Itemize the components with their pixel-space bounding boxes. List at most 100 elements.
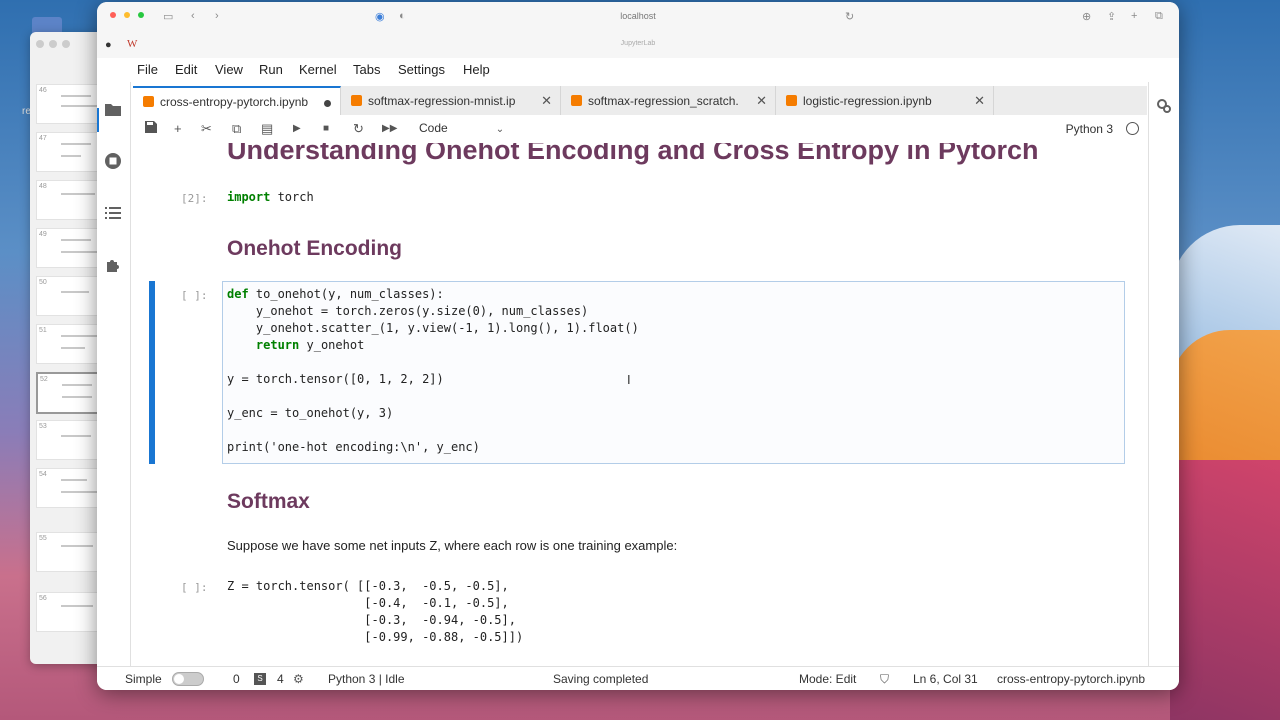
- terminal-count[interactable]: 0: [233, 672, 240, 686]
- left-sidebar: [97, 82, 131, 666]
- kernel-name[interactable]: Python 3: [1066, 122, 1113, 136]
- run-icon[interactable]: ▶: [293, 123, 301, 134]
- cut-icon[interactable]: ✂: [201, 121, 212, 137]
- cell-type-dropdown[interactable]: Code ⌄: [419, 121, 504, 135]
- chevron-down-icon: ⌄: [495, 124, 505, 135]
- cell-prompt: [2]:: [181, 192, 208, 205]
- wallpaper-shape: [1170, 460, 1280, 720]
- menu-settings[interactable]: Settings: [398, 62, 445, 77]
- tab-softmax-regression-mnist[interactable]: softmax-regression-mnist.ip ✕: [341, 86, 561, 115]
- restart-icon[interactable]: ↻: [353, 121, 364, 137]
- folder-icon[interactable]: [104, 100, 122, 118]
- browser-tab-title[interactable]: JupyterLab: [97, 40, 1179, 47]
- tab-overview-icon[interactable]: ⧉: [1155, 10, 1163, 23]
- simple-mode-label: Simple: [125, 672, 162, 686]
- menu-tabs[interactable]: Tabs: [353, 62, 380, 77]
- reload-icon[interactable]: ↻: [845, 10, 854, 23]
- close-tab-icon[interactable]: ✕: [541, 93, 552, 109]
- document-tab-bar: cross-entropy-pytorch.ipynb softmax-regr…: [133, 86, 1147, 116]
- download-icon[interactable]: ⊕: [1082, 10, 1091, 23]
- tab-label: softmax-regression_scratch.: [588, 93, 739, 108]
- copy-icon[interactable]: ⧉: [232, 121, 241, 137]
- code-cell-onehot[interactable]: def to_onehot(y, num_classes): y_onehot …: [227, 286, 639, 456]
- notebook-panel[interactable]: Understanding Onehot Encoding and Cross …: [133, 143, 1147, 664]
- save-icon[interactable]: [145, 121, 157, 133]
- code-line: y_onehot.scatter_(1, y.view(-1, 1).long(…: [227, 321, 639, 335]
- cell-prompt: [ ]:: [181, 289, 208, 302]
- table-of-contents-icon[interactable]: [104, 204, 122, 222]
- text-cursor-icon: I: [627, 372, 631, 387]
- fast-forward-icon[interactable]: ▶▶: [382, 123, 397, 134]
- markdown-text: Suppose we have some net inputs Z, where…: [227, 538, 678, 553]
- status-bar: Simple 0 S 4 ⚙ Python 3 | Idle Saving co…: [97, 666, 1179, 690]
- stop-icon[interactable]: ■: [323, 123, 329, 134]
- share-icon[interactable]: ⇪: [1107, 10, 1116, 23]
- tab-softmax-regression-scratch[interactable]: softmax-regression_scratch. ✕: [561, 86, 776, 115]
- code-line: [-0.3, -0.94, -0.5],: [227, 613, 516, 627]
- tab-label: cross-entropy-pytorch.ipynb: [160, 94, 309, 109]
- notebook-icon: [143, 96, 154, 107]
- heading-softmax: Softmax: [227, 490, 310, 513]
- new-tab-icon[interactable]: +: [1131, 10, 1137, 22]
- notebook-icon: [351, 95, 362, 106]
- save-status: Saving completed: [553, 672, 649, 686]
- code-cell-z-tensor[interactable]: Z = torch.tensor( [[-0.3, -0.5, -0.5], […: [227, 578, 523, 646]
- cursor-position[interactable]: Ln 6, Col 31: [913, 672, 978, 686]
- browser-tab-strip: ● W JupyterLab: [97, 34, 1179, 59]
- code-line: y_enc = to_onehot(y, 3): [227, 406, 394, 420]
- gears-icon[interactable]: [1156, 98, 1172, 114]
- menu-help[interactable]: Help: [463, 62, 490, 77]
- menu-kernel[interactable]: Kernel: [299, 62, 337, 77]
- right-sidebar: [1148, 82, 1179, 666]
- notebook-toolbar: + ✂ ⧉ ▤ ▶ ■ ↻ ▶▶ Code ⌄ Python 3: [133, 115, 1147, 144]
- tab-logistic-regression[interactable]: logistic-regression.ipynb ✕: [776, 86, 994, 115]
- tab-cross-entropy-pytorch[interactable]: cross-entropy-pytorch.ipynb: [133, 86, 341, 115]
- heading-onehot-encoding: Onehot Encoding: [227, 237, 402, 260]
- code-line: y = torch.tensor([0, 1, 2, 2]): [227, 372, 444, 386]
- terminal-badge-icon: S: [254, 673, 266, 685]
- cell-collapser[interactable]: [149, 281, 155, 464]
- menu-view[interactable]: View: [215, 62, 243, 77]
- kernel-status-icon: [1126, 122, 1139, 135]
- running-icon[interactable]: [104, 152, 122, 170]
- code-cell-import[interactable]: import torch: [227, 189, 314, 206]
- browser-window: ▭ ‹ › ◉ ◐ localhost ↻ ⊕ ⇪ + ⧉ ● W Jupyte…: [97, 2, 1179, 690]
- notebook-icon: [571, 95, 582, 106]
- code-line: y_onehot = torch.zeros(y.size(0), num_cl…: [227, 304, 589, 318]
- bug-icon[interactable]: ⛉: [880, 672, 889, 687]
- notebook-icon: [786, 95, 797, 106]
- unsaved-dot-icon[interactable]: [324, 100, 331, 107]
- kernel-count[interactable]: 4: [277, 672, 284, 686]
- notebook-title: Understanding Onehot Encoding and Cross …: [227, 143, 1039, 165]
- chip-icon: ⚙: [293, 672, 304, 686]
- close-tab-icon[interactable]: ✕: [974, 93, 985, 109]
- menu-file[interactable]: File: [137, 62, 158, 77]
- paste-icon[interactable]: ▤: [261, 121, 273, 137]
- active-indicator: [97, 108, 99, 132]
- code-line: Z = torch.tensor( [[-0.3, -0.5, -0.5],: [227, 579, 509, 593]
- code-line: return y_onehot: [255, 338, 365, 352]
- cell-type-value: Code: [419, 121, 448, 135]
- edit-mode: Mode: Edit: [799, 672, 857, 686]
- menu-edit[interactable]: Edit: [175, 62, 197, 77]
- cell-prompt: [ ]:: [181, 581, 208, 594]
- code-line: def to_onehot(y, num_classes):: [227, 287, 444, 301]
- close-tab-icon[interactable]: ✕: [756, 93, 767, 109]
- address-bar[interactable]: localhost: [97, 11, 1179, 21]
- simple-mode-toggle[interactable]: [172, 672, 204, 686]
- code-line: print('one-hot encoding:\n', y_enc): [227, 440, 480, 454]
- menu-run[interactable]: Run: [259, 62, 283, 77]
- code-line: [-0.99, -0.88, -0.5]]): [227, 630, 524, 644]
- menu-bar: File Edit View Run Kernel Tabs Settings …: [97, 58, 1179, 82]
- add-cell-icon[interactable]: +: [174, 121, 182, 136]
- kernel-status[interactable]: Python 3 | Idle: [328, 672, 405, 686]
- status-filename: cross-entropy-pytorch.ipynb: [997, 672, 1146, 686]
- code-line: [-0.4, -0.1, -0.5],: [227, 596, 509, 610]
- tab-label: logistic-regression.ipynb: [803, 93, 932, 108]
- tab-label: softmax-regression-mnist.ip: [368, 93, 516, 108]
- extensions-icon[interactable]: [104, 256, 122, 274]
- browser-titlebar: ▭ ‹ › ◉ ◐ localhost ↻ ⊕ ⇪ + ⧉: [97, 2, 1179, 34]
